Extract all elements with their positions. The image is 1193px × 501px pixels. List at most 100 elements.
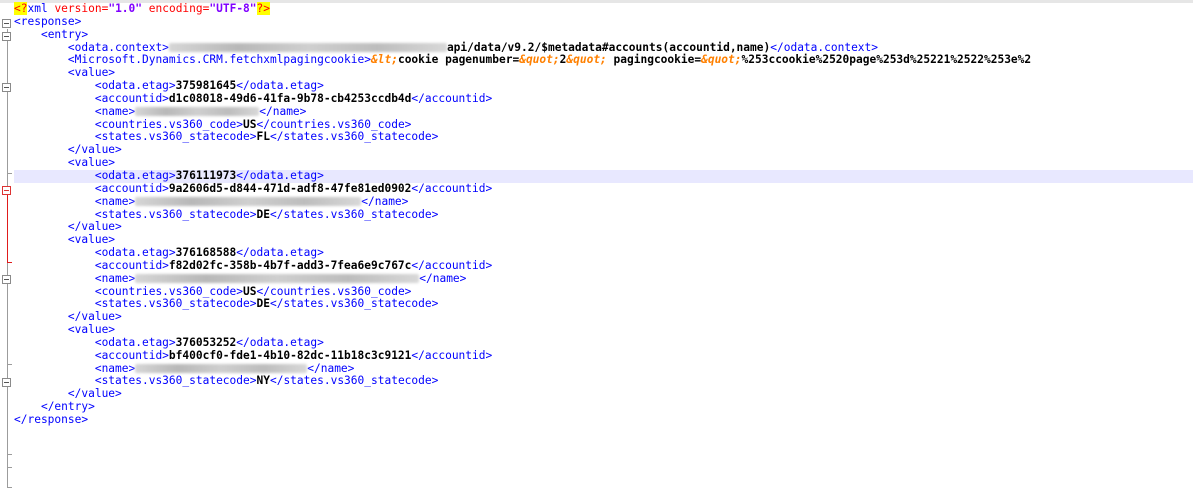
states-close-tag: </states.vs360_statecode> <box>269 374 439 388</box>
fold-toggle-icon[interactable] <box>2 19 11 28</box>
xml-decl-version-value: "1.0" <box>108 2 143 15</box>
value-close-tag: </value> <box>67 220 122 234</box>
state-value: FL <box>256 130 270 144</box>
value-open-tag: <value> <box>67 66 116 80</box>
xml-editor[interactable]: <?xml version="1.0" encoding="UTF-8"?> <… <box>14 2 1193 427</box>
entity-quot: &quot; <box>519 53 560 67</box>
entry-open-tag: <entry> <box>40 27 89 41</box>
entity-quot: &quot; <box>566 53 607 67</box>
accountid-value: 9a2606d5-d844-471d-adf8-47fe81ed0902 <box>168 181 412 195</box>
etag-value: 376053252 <box>175 335 237 349</box>
fold-toggle-icon[interactable] <box>2 32 11 41</box>
state-value: DE <box>256 297 270 311</box>
accountid-line[interactable]: <accountid>f82d02fc-358b-4b7f-add3-7fea6… <box>14 258 1193 273</box>
paging-cookie-line[interactable]: <Microsoft.Dynamics.CRM.fetchxmlpagingco… <box>14 53 1193 67</box>
context-open-tag: <odata.context> <box>67 40 169 54</box>
cookie-text: pagingcookie= <box>606 53 702 67</box>
name-close-tag: </name> <box>419 271 467 285</box>
states-line[interactable]: <states.vs360_statecode>FL</states.vs360… <box>14 131 1193 144</box>
fold-toggle-icon[interactable] <box>2 186 11 195</box>
response-close-line[interactable]: </response> <box>14 413 1193 427</box>
context-close-tag: </odata.context> <box>770 40 879 54</box>
value-open-tag: <value> <box>67 233 116 247</box>
fold-guide-line-active <box>7 195 8 262</box>
name-close-tag: </name> <box>259 104 307 118</box>
accountid-open-tag: <accountid> <box>94 258 169 272</box>
accountid-line[interactable]: <accountid>bf400cf0-fde1-4b10-82dc-11b18… <box>14 348 1193 363</box>
entity-quot: &quot; <box>701 53 742 67</box>
xml-decl-open: <? <box>14 2 28 15</box>
states-line[interactable]: <states.vs360_statecode>DE</states.vs360… <box>14 297 1193 311</box>
accountid-close-tag: </accountid> <box>411 181 493 195</box>
accountid-close-tag: </accountid> <box>411 91 493 105</box>
fold-end-marker <box>7 262 12 263</box>
fold-end-marker <box>7 487 12 488</box>
xml-decl-encoding-attr: encoding= <box>142 2 210 15</box>
value-close-line[interactable]: </value> <box>14 143 1193 157</box>
states-line[interactable]: <states.vs360_statecode>NY</states.vs360… <box>14 375 1193 388</box>
countries-close-tag: </countries.vs360_code> <box>256 284 412 298</box>
response-close-tag: </response> <box>14 413 89 426</box>
accountid-line[interactable]: <accountid>9a2606d5-d844-471d-adf8-47fe8… <box>14 181 1193 196</box>
value-close-line[interactable]: </value> <box>14 310 1193 324</box>
fold-toggle-icon[interactable] <box>2 275 11 284</box>
accountid-open-tag: <accountid> <box>94 91 169 105</box>
redacted-url <box>168 43 447 53</box>
states-open-tag: <states.vs360_statecode> <box>94 130 257 144</box>
redacted-name <box>135 364 308 374</box>
name-close-tag: </name> <box>307 361 355 375</box>
context-value: api/data/v9.2/$metadata#accounts(account… <box>446 40 771 54</box>
entity-lt: &lt; <box>371 53 398 67</box>
etag-close-tag: </odata.etag> <box>236 79 324 93</box>
etag-close-tag: </odata.etag> <box>236 168 324 182</box>
xml-decl-version-attr: version= <box>47 2 109 15</box>
value-open-tag: <value> <box>67 156 116 170</box>
entry-close-line[interactable]: </entry> <box>14 400 1193 414</box>
fold-end-marker <box>7 467 12 468</box>
etag-open-tag: <odata.etag> <box>94 335 176 349</box>
cookie-text: cookie pagenumber= <box>397 53 520 67</box>
accountid-value: f82d02fc-358b-4b7f-add3-7fea6e9c767c <box>168 258 412 272</box>
xml-decl-encoding-value: "UTF-8" <box>209 2 257 15</box>
xml-decl-close: ?> <box>256 2 271 15</box>
entry-close-tag: </entry> <box>40 400 95 414</box>
redacted-name <box>135 197 362 207</box>
xml-decl-name: xml <box>27 2 48 15</box>
states-close-tag: </states.vs360_statecode> <box>269 207 439 221</box>
state-value: NY <box>256 374 270 388</box>
value-close-tag: </value> <box>67 387 122 401</box>
name-close-tag: </name> <box>361 194 409 208</box>
accountid-close-tag: </accountid> <box>411 348 493 362</box>
redacted-name <box>135 107 260 117</box>
states-line[interactable]: <states.vs360_statecode>DE</states.vs360… <box>14 207 1193 222</box>
fold-margin <box>0 3 14 501</box>
value-close-tag: </value> <box>67 143 122 157</box>
states-close-tag: </states.vs360_statecode> <box>269 130 439 144</box>
country-value: US <box>243 284 257 298</box>
fold-end-marker <box>7 454 12 455</box>
value-close-tag: </value> <box>67 310 122 324</box>
countries-open-tag: <countries.vs360_code> <box>94 284 244 298</box>
fold-toggle-icon[interactable] <box>2 378 11 387</box>
response-open-tag: <response> <box>14 14 82 28</box>
fold-toggle-icon[interactable] <box>2 83 11 92</box>
value-close-line[interactable]: </value> <box>14 220 1193 234</box>
etag-open-tag: <odata.etag> <box>94 246 176 260</box>
name-open-tag: <name> <box>94 104 136 118</box>
country-value: US <box>243 117 257 131</box>
countries-close-tag: </countries.vs360_code> <box>256 117 412 131</box>
name-open-tag: <name> <box>94 271 136 285</box>
states-open-tag: <states.vs360_statecode> <box>94 207 257 221</box>
accountid-line[interactable]: <accountid>d1c08018-49d6-41fa-9b78-cb425… <box>14 91 1193 106</box>
accountid-value: bf400cf0-fde1-4b10-82dc-11b18c3c9121 <box>168 348 412 362</box>
value-close-line[interactable]: </value> <box>14 387 1193 401</box>
fold-end-marker <box>7 364 12 365</box>
accountid-open-tag: <accountid> <box>94 348 169 362</box>
accountid-open-tag: <accountid> <box>94 181 169 195</box>
xml-declaration-line[interactable]: <?xml version="1.0" encoding="UTF-8"?> <box>14 2 1193 16</box>
states-open-tag: <states.vs360_statecode> <box>94 297 257 311</box>
states-close-tag: </states.vs360_statecode> <box>269 297 439 311</box>
states-open-tag: <states.vs360_statecode> <box>94 374 257 388</box>
response-open-line[interactable]: <response> <box>14 14 1193 29</box>
value-open-tag: <value> <box>67 323 116 337</box>
